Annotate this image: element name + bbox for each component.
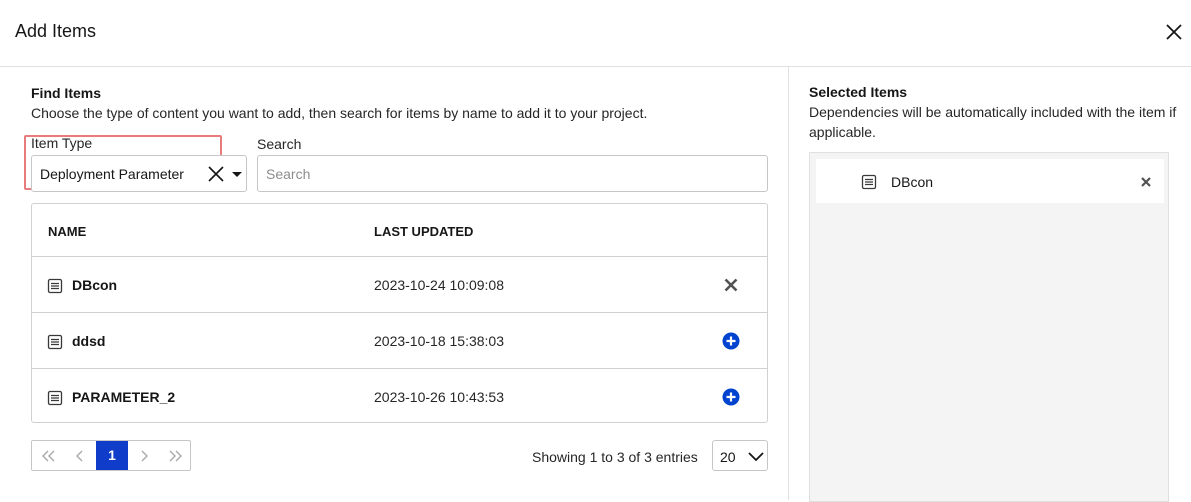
add-circle-icon[interactable]	[722, 332, 740, 350]
close-icon[interactable]	[1163, 21, 1185, 43]
item-type-value: Deployment Parameter	[40, 166, 184, 182]
table-row: ddsd 2023-10-18 15:38:03	[32, 313, 767, 369]
table-header: NAME LAST UPDATED	[32, 204, 767, 257]
item-type-select[interactable]: Deployment Parameter	[31, 155, 247, 192]
find-items-panel: Find Items Choose the type of content yo…	[0, 67, 788, 500]
find-items-description: Choose the type of content you want to a…	[31, 105, 648, 121]
page-size-value: 20	[720, 449, 736, 465]
table-row: PARAMETER_2 2023-10-26 10:43:53	[32, 369, 767, 425]
clear-icon[interactable]	[206, 164, 226, 184]
row-last-updated: 2023-10-18 15:38:03	[374, 333, 504, 349]
first-page-button[interactable]	[32, 441, 64, 470]
page-size-select[interactable]: 20	[712, 440, 768, 471]
selected-items-title: Selected Items	[809, 84, 908, 100]
parameter-icon	[47, 278, 63, 294]
prev-page-button[interactable]	[64, 441, 96, 470]
dialog-title: Add Items	[15, 21, 97, 41]
row-name: ddsd	[72, 333, 106, 349]
add-circle-icon[interactable]	[722, 388, 740, 406]
remove-x-icon[interactable]	[722, 276, 740, 294]
selected-items-list: DBcon	[809, 152, 1169, 502]
remove-x-icon[interactable]	[1140, 176, 1152, 188]
selected-items-panel: Selected Items Dependencies will be auto…	[788, 67, 1191, 502]
showing-entries-text: Showing 1 to 3 of 3 entries	[532, 449, 698, 465]
chevron-down-icon[interactable]	[230, 164, 244, 184]
row-last-updated: 2023-10-26 10:43:53	[374, 389, 504, 405]
next-page-button[interactable]	[128, 441, 160, 470]
selected-item-name: DBcon	[891, 174, 934, 190]
last-page-button[interactable]	[160, 441, 192, 470]
table-row: DBcon 2023-10-24 10:09:08	[32, 257, 767, 313]
item-type-label: Item Type	[31, 135, 93, 151]
pagination: 1	[31, 440, 191, 471]
chevron-left-icon	[76, 450, 83, 462]
search-label: Search	[257, 136, 302, 152]
items-table: NAME LAST UPDATED DBcon 2023-10-24 10:09…	[31, 203, 768, 423]
selected-item: DBcon	[816, 159, 1164, 203]
dialog-header: Add Items	[0, 0, 1191, 67]
double-chevron-right-icon	[169, 450, 182, 462]
column-header-last-updated: LAST UPDATED	[374, 224, 474, 239]
parameter-icon	[47, 334, 63, 350]
chevron-right-icon	[141, 450, 148, 462]
double-chevron-left-icon	[42, 450, 55, 462]
row-last-updated: 2023-10-24 10:09:08	[374, 277, 504, 293]
parameter-icon	[861, 174, 877, 190]
row-name: DBcon	[72, 277, 118, 293]
row-name: PARAMETER_2	[72, 389, 176, 405]
chevron-down-icon	[748, 452, 764, 462]
parameter-icon	[47, 390, 63, 406]
find-items-title: Find Items	[31, 85, 102, 101]
add-items-dialog: Add Items Find Items Choose the type of …	[0, 0, 1191, 502]
page-button-current[interactable]: 1	[96, 441, 128, 470]
selected-items-description: Dependencies will be automatically inclu…	[809, 104, 1177, 140]
search-input[interactable]	[257, 155, 768, 192]
column-header-name: NAME	[48, 224, 87, 239]
